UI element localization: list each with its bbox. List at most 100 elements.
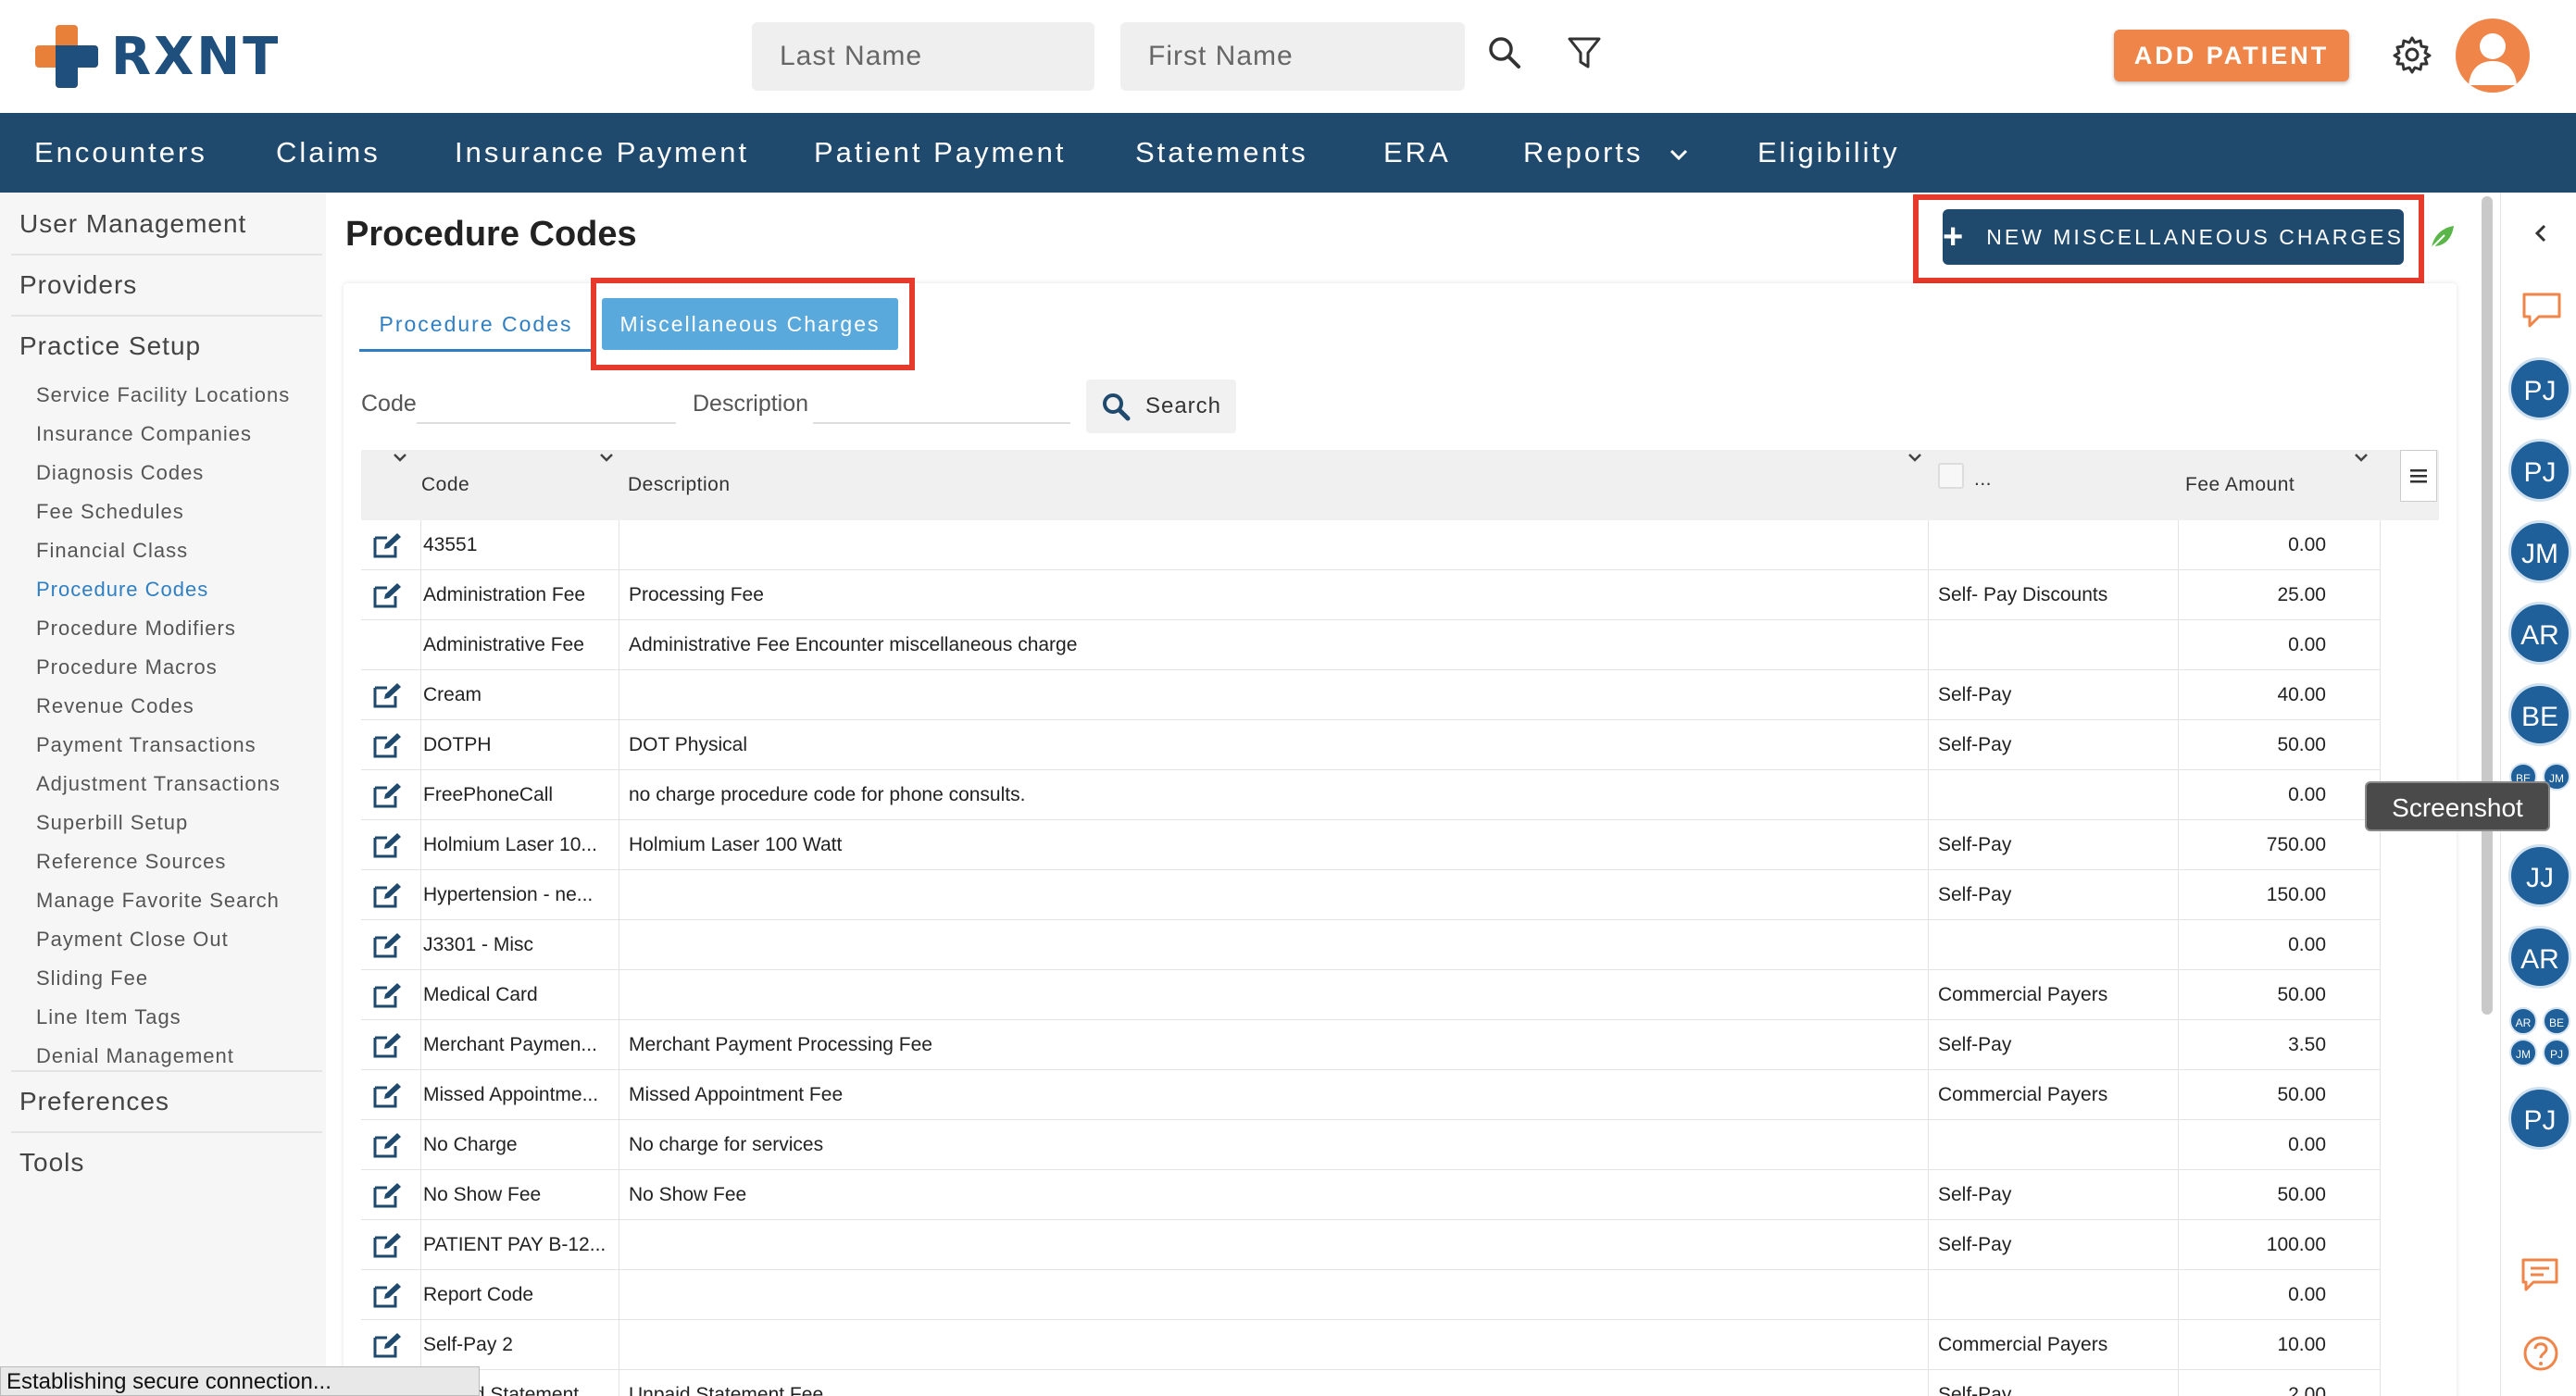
- sidebar-item-denial-management[interactable]: Denial Management: [36, 1044, 234, 1068]
- column-header-financial-class[interactable]: ...: [1974, 468, 1992, 491]
- participant-avatar[interactable]: PJ: [2508, 357, 2571, 420]
- edit-button[interactable]: [361, 920, 415, 970]
- sidebar-item-procedure-modifiers[interactable]: Procedure Modifiers: [36, 617, 236, 641]
- column-header-code[interactable]: Code: [421, 474, 469, 496]
- participant-avatar[interactable]: JM: [2508, 520, 2571, 583]
- edit-button[interactable]: [361, 1070, 415, 1120]
- chevron-down-icon[interactable]: [597, 452, 616, 465]
- sidebar-practice-setup[interactable]: Practice Setup: [19, 331, 201, 361]
- sidebar-item-adjustment-transactions[interactable]: Adjustment Transactions: [36, 772, 281, 796]
- edit-button[interactable]: [361, 970, 415, 1020]
- edit-button[interactable]: [361, 1270, 415, 1320]
- edit-button[interactable]: [361, 570, 415, 620]
- sidebar-user-management[interactable]: User Management: [19, 209, 246, 239]
- user-avatar[interactable]: [2456, 19, 2530, 93]
- participant-avatar[interactable]: AR: [2508, 926, 2571, 989]
- edit-button[interactable]: [361, 520, 415, 570]
- column-header-fee-amount[interactable]: Fee Amount: [2185, 474, 2295, 496]
- table-row[interactable]: 43551 0.00: [361, 520, 2381, 570]
- column-header-description[interactable]: Description: [628, 474, 731, 496]
- sidebar-item-manage-favorite-search[interactable]: Manage Favorite Search: [36, 889, 280, 913]
- sidebar-preferences[interactable]: Preferences: [19, 1087, 169, 1116]
- chevron-down-icon[interactable]: [391, 452, 409, 465]
- participant-mini-avatar[interactable]: PJ: [2543, 1039, 2570, 1066]
- nav-patient-payment[interactable]: Patient Payment: [814, 113, 1066, 193]
- edit-button[interactable]: [361, 1220, 415, 1270]
- nav-reports[interactable]: Reports: [1523, 113, 1689, 193]
- first-name-input[interactable]: [1120, 22, 1465, 91]
- edit-button[interactable]: [361, 870, 415, 920]
- sidebar-item-procedure-macros[interactable]: Procedure Macros: [36, 655, 218, 679]
- edit-button[interactable]: [361, 720, 415, 770]
- table-row[interactable]: No Show Fee No Show Fee Self-Pay 50.00: [361, 1170, 2381, 1220]
- edit-button[interactable]: [361, 670, 415, 720]
- sidebar-item-insurance-companies[interactable]: Insurance Companies: [36, 422, 252, 446]
- participant-mini-avatar[interactable]: BE: [2543, 1007, 2570, 1035]
- table-row[interactable]: J3301 - Misc 0.00: [361, 920, 2381, 970]
- edit-button[interactable]: [361, 1120, 415, 1170]
- help-icon[interactable]: [2522, 1335, 2559, 1372]
- nav-insurance-payment[interactable]: Insurance Payment: [455, 113, 749, 193]
- table-row[interactable]: Self-Pay 2 Commercial Payers 10.00: [361, 1320, 2381, 1370]
- table-row[interactable]: Holmium Laser 10... Holmium Laser 100 Wat…: [361, 820, 2381, 870]
- table-row[interactable]: Administration Fee Processing Fee Self- Pa…: [361, 570, 2381, 620]
- sidebar-item-superbill-setup[interactable]: Superbill Setup: [36, 811, 188, 835]
- chevron-left-icon[interactable]: [2530, 222, 2552, 244]
- chevron-down-icon[interactable]: [2352, 452, 2370, 465]
- table-row[interactable]: Hypertension - ne... Self-Pay 150.00: [361, 870, 2381, 920]
- nav-statements[interactable]: Statements: [1135, 113, 1308, 193]
- sidebar-item-sliding-fee[interactable]: Sliding Fee: [36, 966, 148, 991]
- sidebar-item-reference-sources[interactable]: Reference Sources: [36, 850, 226, 874]
- edit-button[interactable]: [361, 1020, 415, 1070]
- table-row[interactable]: Medical Card Commercial Payers 50.00: [361, 970, 2381, 1020]
- table-row[interactable]: No Charge No charge for services 0.00: [361, 1120, 2381, 1170]
- description-filter-input[interactable]: [813, 385, 1069, 420]
- nav-era[interactable]: ERA: [1383, 113, 1451, 193]
- filter-icon[interactable]: [1563, 31, 1606, 74]
- edit-button[interactable]: [361, 1170, 415, 1220]
- sidebar-providers[interactable]: Providers: [19, 270, 137, 300]
- sidebar-item-payment-close-out[interactable]: Payment Close Out: [36, 928, 229, 952]
- search-button[interactable]: Search: [1086, 380, 1236, 433]
- page-scrollbar[interactable]: [2478, 196, 2496, 1015]
- nav-claims[interactable]: Claims: [276, 113, 381, 193]
- participant-avatar[interactable]: JJ: [2508, 844, 2571, 907]
- column-menu-button[interactable]: [2400, 450, 2437, 502]
- sidebar-item-service-facility-locations[interactable]: Service Facility Locations: [36, 383, 290, 407]
- rxnt-logo[interactable]: RXNT: [35, 24, 281, 89]
- sidebar-item-revenue-codes[interactable]: Revenue Codes: [36, 694, 194, 718]
- sidebar-item-financial-class[interactable]: Financial Class: [36, 539, 188, 563]
- select-all-checkbox[interactable]: [1938, 463, 1964, 489]
- nav-eligibility[interactable]: Eligibility: [1757, 113, 1900, 193]
- participant-avatar[interactable]: BE: [2508, 683, 2571, 746]
- sidebar-item-diagnosis-codes[interactable]: Diagnosis Codes: [36, 461, 204, 485]
- table-row[interactable]: Merchant Paymen... Merchant Payment Proce…: [361, 1020, 2381, 1070]
- table-row[interactable]: Unpaid Statement Unpaid Statement Fee Self…: [361, 1370, 2381, 1396]
- edit-button[interactable]: [361, 1320, 415, 1370]
- table-row[interactable]: Missed Appointme... Missed Appointment Fe…: [361, 1070, 2381, 1120]
- last-name-input[interactable]: [752, 22, 1094, 91]
- participant-avatar[interactable]: PJ: [2508, 1087, 2571, 1150]
- table-row[interactable]: Report Code 0.00: [361, 1270, 2381, 1320]
- table-row[interactable]: Cream Self-Pay 40.00: [361, 670, 2381, 720]
- sidebar-item-fee-schedules[interactable]: Fee Schedules: [36, 500, 184, 524]
- code-filter-input[interactable]: [417, 385, 672, 420]
- chat-icon[interactable]: [2520, 291, 2563, 330]
- participant-avatar[interactable]: AR: [2508, 602, 2571, 665]
- sidebar-item-payment-transactions[interactable]: Payment Transactions: [36, 733, 256, 757]
- participant-mini-avatar[interactable]: JM: [2509, 1039, 2537, 1066]
- gear-icon[interactable]: [2391, 33, 2433, 76]
- edit-button[interactable]: [361, 820, 415, 870]
- sidebar-item-procedure-codes[interactable]: Procedure Codes: [36, 578, 208, 602]
- nav-encounters[interactable]: Encounters: [34, 113, 207, 193]
- search-icon[interactable]: [1483, 31, 1526, 74]
- table-row[interactable]: PATIENT PAY B-12... Self-Pay 100.00: [361, 1220, 2381, 1270]
- participant-avatar[interactable]: PJ: [2508, 439, 2571, 502]
- table-row[interactable]: Administrative Fee Administrative Fee Enc…: [361, 620, 2381, 670]
- sidebar-item-line-item-tags[interactable]: Line Item Tags: [36, 1005, 181, 1029]
- message-icon[interactable]: [2520, 1257, 2559, 1292]
- add-patient-button[interactable]: ADD PATIENT: [2114, 30, 2349, 81]
- chevron-down-icon[interactable]: [1906, 452, 1924, 465]
- participant-mini-avatar[interactable]: AR: [2509, 1007, 2537, 1035]
- edit-button[interactable]: [361, 770, 415, 820]
